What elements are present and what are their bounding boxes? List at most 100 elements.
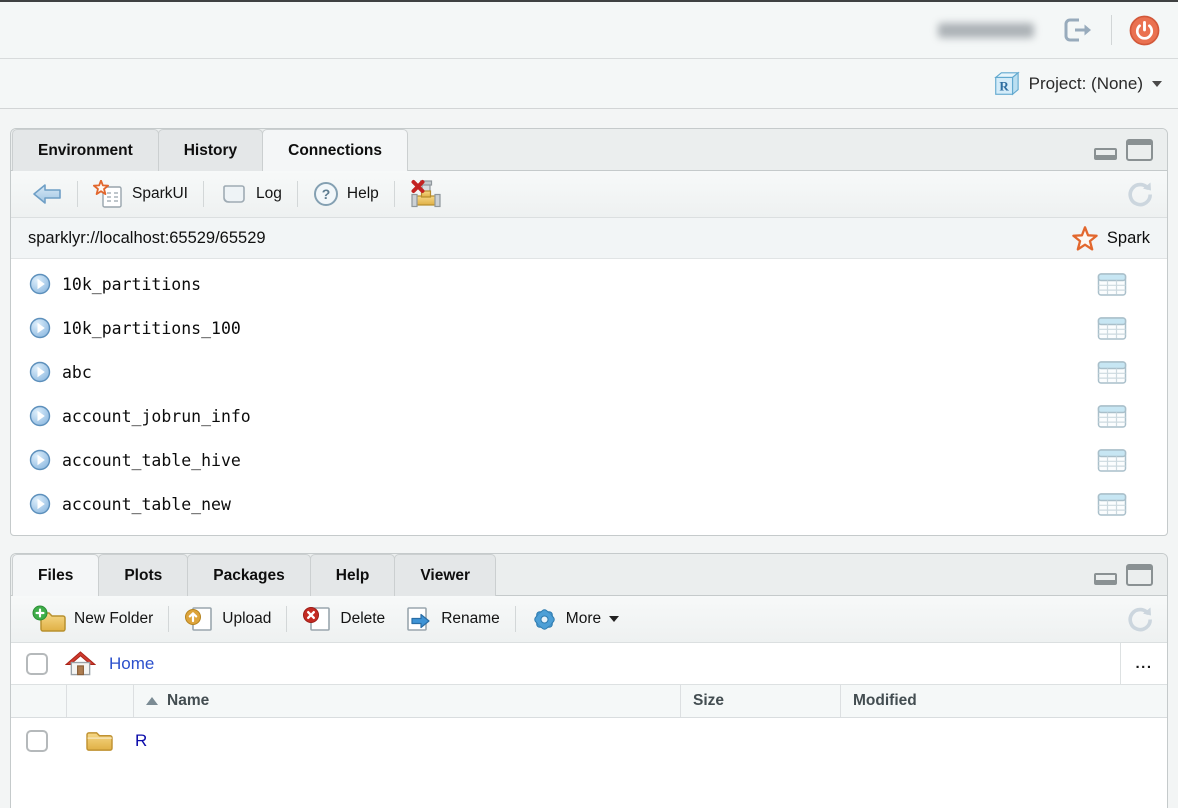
provider-label: Spark [1107, 229, 1150, 248]
toolbar-separator [77, 181, 78, 207]
table-name[interactable]: account_jobrun_info [62, 407, 251, 426]
table-row: 10k_partitions_100 [11, 306, 1167, 350]
disconnect-pipe-icon [410, 179, 442, 209]
toolbar-separator [286, 606, 287, 632]
log-button[interactable]: Log [210, 182, 291, 207]
table-row: account_jobrun_info [11, 394, 1167, 438]
table-row: account_table_new [11, 482, 1167, 526]
table-name[interactable]: 10k_partitions [62, 275, 201, 294]
sparkui-button[interactable]: SparkUI [84, 180, 197, 209]
new-folder-label: New Folder [74, 610, 153, 628]
tab-viewer[interactable]: Viewer [394, 554, 496, 596]
sparkui-label: SparkUI [132, 185, 188, 203]
help-button[interactable]: ? Help [304, 181, 388, 207]
tab-files[interactable]: Files [12, 554, 99, 596]
header-name[interactable]: Name [134, 685, 681, 717]
header-modified[interactable]: Modified [841, 685, 1167, 717]
connections-tabstrip: Environment History Connections [11, 129, 1167, 171]
session-header-bar [0, 2, 1178, 59]
sort-ascending-icon [146, 691, 158, 705]
file-name-link[interactable]: R [135, 731, 147, 751]
connection-url-bar: sparklyr://localhost:65529/65529 Spark [11, 218, 1167, 259]
help-label: Help [347, 185, 379, 203]
breadcrumb-home-link[interactable]: Home [109, 654, 154, 674]
more-label: More [566, 610, 601, 628]
tab-environment[interactable]: Environment [12, 129, 159, 171]
file-checkbox[interactable] [26, 730, 48, 752]
select-all-checkbox[interactable] [26, 653, 48, 675]
gear-icon [531, 606, 558, 633]
table-name[interactable]: account_table_new [62, 495, 231, 514]
home-icon [65, 650, 96, 677]
toolbar-separator [515, 606, 516, 632]
view-table-icon[interactable] [1097, 404, 1127, 429]
connections-toolbar: SparkUI Log ? Help [11, 171, 1167, 218]
svg-text:?: ? [322, 186, 331, 202]
delete-icon [302, 605, 332, 633]
expand-arrow-icon[interactable] [29, 273, 51, 295]
tab-help[interactable]: Help [310, 554, 396, 596]
view-table-icon[interactable] [1097, 272, 1127, 297]
maximize-pane-button[interactable] [1126, 139, 1153, 161]
path-breadcrumb-row: Home ... [11, 643, 1167, 685]
minimize-pane-button[interactable] [1094, 573, 1117, 585]
expand-arrow-icon[interactable] [29, 317, 51, 339]
log-scroll-icon [219, 182, 248, 207]
new-folder-button[interactable]: New Folder [23, 605, 162, 633]
expand-arrow-icon[interactable] [29, 361, 51, 383]
back-button[interactable] [23, 182, 71, 206]
expand-arrow-icon[interactable] [29, 493, 51, 515]
header-divider [1111, 15, 1112, 45]
disconnect-button[interactable] [401, 179, 451, 209]
back-arrow-icon [32, 182, 62, 206]
path-more-button[interactable]: ... [1120, 643, 1167, 684]
delete-button[interactable]: Delete [293, 605, 394, 633]
upload-label: Upload [222, 610, 271, 628]
refresh-button[interactable] [1126, 605, 1154, 633]
view-table-icon[interactable] [1097, 492, 1127, 517]
table-name[interactable]: account_table_hive [62, 451, 241, 470]
table-name[interactable]: 10k_partitions_100 [62, 319, 241, 338]
username-redacted [938, 23, 1034, 38]
minimize-pane-button[interactable] [1094, 148, 1117, 160]
r-project-cube-icon: R [992, 70, 1020, 98]
maximize-pane-button[interactable] [1126, 564, 1153, 586]
file-row: R [11, 718, 1167, 764]
refresh-button[interactable] [1126, 180, 1154, 208]
sparkui-icon [93, 180, 124, 209]
delete-label: Delete [340, 610, 385, 628]
table-row: abc [11, 350, 1167, 394]
tab-plots[interactable]: Plots [98, 554, 188, 596]
tab-connections[interactable]: Connections [262, 129, 408, 171]
connections-pane: Environment History Connections SparkUI [10, 128, 1168, 536]
table-name[interactable]: abc [62, 363, 92, 382]
spark-star-icon [1072, 226, 1098, 251]
svg-text:R: R [999, 78, 1009, 93]
chevron-down-icon [609, 616, 619, 627]
sign-out-icon[interactable] [1060, 15, 1094, 45]
files-table-header: Name Size Modified [11, 685, 1167, 718]
expand-arrow-icon[interactable] [29, 449, 51, 471]
more-button[interactable]: More [522, 606, 628, 633]
header-size[interactable]: Size [681, 685, 841, 717]
new-folder-icon [32, 605, 66, 633]
tab-packages[interactable]: Packages [187, 554, 311, 596]
quit-session-power-button[interactable] [1129, 15, 1160, 46]
project-header-bar: R Project: (None) [0, 59, 1178, 109]
toolbar-separator [297, 181, 298, 207]
rename-icon [403, 605, 433, 633]
upload-button[interactable]: Upload [175, 605, 280, 633]
view-table-icon[interactable] [1097, 360, 1127, 385]
chevron-down-icon [1152, 81, 1162, 92]
toolbar-separator [168, 606, 169, 632]
view-table-icon[interactable] [1097, 316, 1127, 341]
expand-arrow-icon[interactable] [29, 405, 51, 427]
project-selector-label[interactable]: Project: (None) [1029, 74, 1143, 94]
view-table-icon[interactable] [1097, 448, 1127, 473]
tab-history[interactable]: History [158, 129, 263, 171]
connection-url: sparklyr://localhost:65529/65529 [28, 229, 266, 248]
header-checkbox-column [11, 685, 67, 717]
rename-button[interactable]: Rename [394, 605, 509, 633]
toolbar-separator [394, 181, 395, 207]
table-row: 10k_partitions [11, 262, 1167, 306]
